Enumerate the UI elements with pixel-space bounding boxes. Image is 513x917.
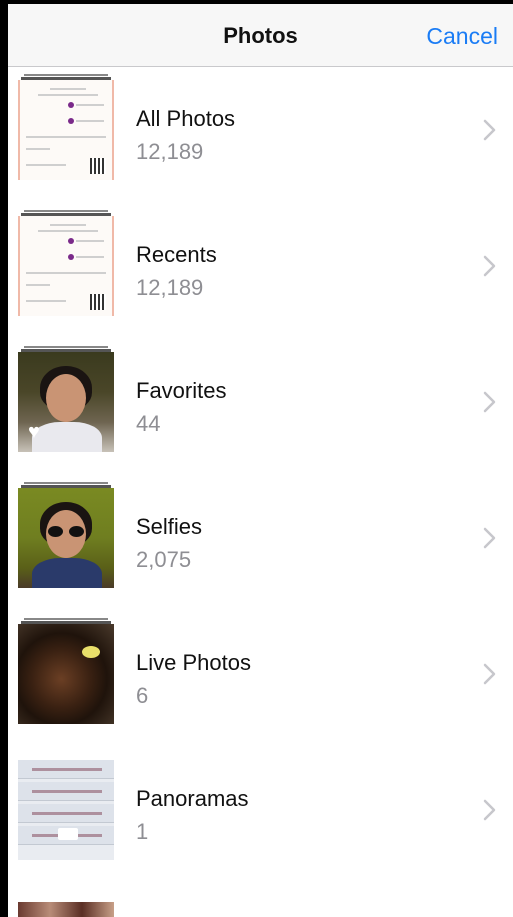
album-row-all-photos[interactable]: All Photos 12,189 — [8, 67, 513, 203]
album-thumbnail — [18, 216, 114, 316]
cancel-button[interactable]: Cancel — [426, 23, 498, 50]
album-row-selfies[interactable]: Selfies 2,075 — [8, 475, 513, 611]
album-label: Favorites — [136, 378, 227, 403]
album-picker-sheet: Photos Cancel All Photos 12,189 Recents … — [8, 4, 513, 917]
thumbnail-stack-edge — [24, 74, 108, 76]
chevron-right-icon — [483, 527, 496, 549]
album-thumbnail-partial[interactable] — [18, 902, 114, 917]
album-count: 12,189 — [136, 139, 204, 164]
album-thumbnail — [18, 760, 114, 860]
album-label: Live Photos — [136, 650, 251, 675]
album-row-recents[interactable]: Recents 12,189 — [8, 203, 513, 339]
album-label: Selfies — [136, 514, 203, 539]
chevron-right-icon — [483, 663, 496, 685]
navigation-bar: Photos Cancel — [8, 4, 513, 67]
album-thumbnail — [18, 624, 114, 724]
album-thumbnail — [18, 80, 114, 180]
chevron-right-icon — [483, 799, 496, 821]
album-count: 44 — [136, 411, 161, 436]
album-label: All Photos — [136, 106, 236, 131]
panorama-icon — [58, 828, 78, 840]
album-count: 6 — [136, 683, 149, 708]
thumbnail-stack-edge — [24, 346, 108, 348]
thumbnail-stack-edge — [24, 618, 108, 620]
album-thumbnail: ♥ — [18, 352, 114, 452]
album-count: 12,189 — [136, 275, 204, 300]
chevron-right-icon — [483, 255, 496, 277]
album-label: Recents — [136, 242, 217, 267]
album-label: Panoramas — [136, 786, 249, 811]
album-row-panoramas[interactable]: Panoramas 1 — [8, 747, 513, 883]
thumbnail-stack-edge — [24, 210, 108, 212]
album-count: 1 — [136, 819, 149, 844]
album-count: 2,075 — [136, 547, 192, 572]
album-thumbnail — [18, 488, 114, 588]
chevron-right-icon — [483, 391, 496, 413]
heart-icon: ♥ — [28, 421, 40, 443]
album-row-live-photos[interactable]: Live Photos 6 — [8, 611, 513, 747]
chevron-right-icon — [483, 119, 496, 141]
thumbnail-stack-edge — [24, 482, 108, 484]
album-row-favorites[interactable]: ♥ Favorites 44 — [8, 339, 513, 475]
